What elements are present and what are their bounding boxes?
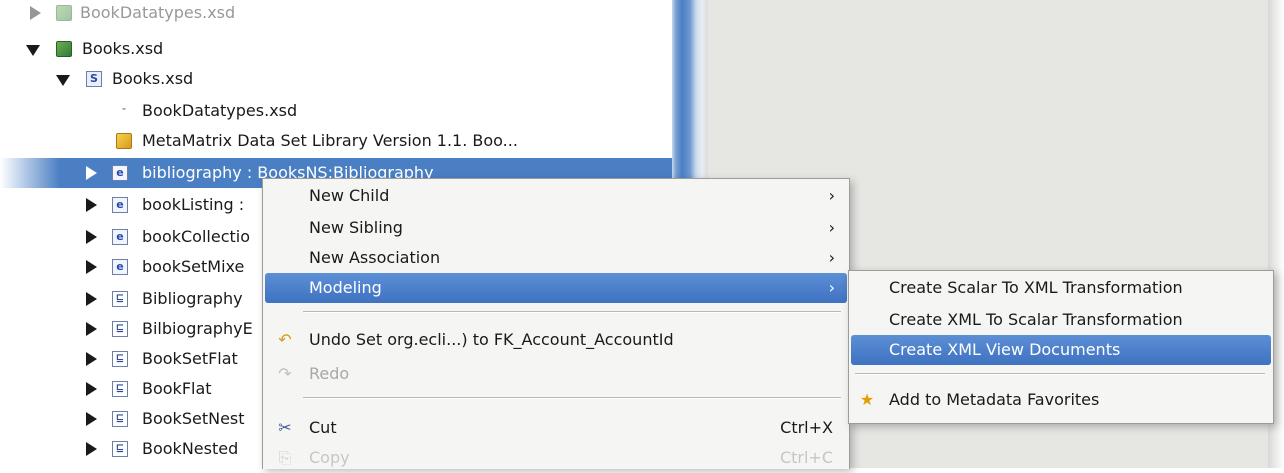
collapse-arrow-icon[interactable] <box>26 45 40 56</box>
favorites-star-icon: ★ <box>859 390 875 409</box>
submenu-arrow-icon: › <box>828 248 835 267</box>
copy-icon: ⎘ <box>278 448 292 467</box>
import-icon: ⁃ <box>121 103 127 116</box>
expand-arrow-icon[interactable] <box>30 6 41 20</box>
element-icon: e <box>112 197 128 213</box>
expand-arrow-icon[interactable] <box>86 412 97 426</box>
element-icon: e <box>112 259 128 275</box>
expand-arrow-icon[interactable] <box>86 166 97 180</box>
menu-item-modeling[interactable]: Modeling › <box>265 273 847 303</box>
complex-type-icon: ⊑ <box>112 381 128 397</box>
modeling-submenu: Create Scalar To XML Transformation Crea… <box>848 270 1274 424</box>
menu-separator <box>855 373 1265 375</box>
submenu-arrow-icon: › <box>828 186 835 205</box>
element-icon: e <box>112 229 128 245</box>
menu-separator <box>303 311 841 313</box>
complex-type-icon: ⊑ <box>112 441 128 457</box>
complex-type-icon: ⊑ <box>112 411 128 427</box>
schema-icon: S <box>86 71 102 87</box>
expand-arrow-icon[interactable] <box>86 292 97 306</box>
menu-item-cut[interactable]: ✂ Cut Ctrl+X <box>265 413 847 443</box>
expand-arrow-icon[interactable] <box>86 352 97 366</box>
menu-item-create-xml-view-documents[interactable]: Create XML View Documents <box>851 335 1271 365</box>
redo-icon: ↷ <box>278 364 292 383</box>
expand-arrow-icon[interactable] <box>86 442 97 456</box>
expand-arrow-icon[interactable] <box>86 322 97 336</box>
complex-type-icon: ⊑ <box>112 351 128 367</box>
expand-arrow-icon[interactable] <box>86 260 97 274</box>
complex-type-icon: ⊑ <box>112 321 128 337</box>
expand-arrow-icon[interactable] <box>86 198 97 212</box>
menu-item-create-xml-to-scalar[interactable]: Create XML To Scalar Transformation <box>851 305 1271 335</box>
undo-icon: ↶ <box>278 330 292 349</box>
menu-item-copy[interactable]: ⎘ Copy Ctrl+C <box>265 443 847 473</box>
element-icon: e <box>112 165 128 181</box>
menu-item-new-child[interactable]: New Child › <box>265 181 847 211</box>
context-menu: New Child › New Sibling › New Associatio… <box>262 178 850 469</box>
xsd-file-icon <box>56 5 72 21</box>
collapse-arrow-icon[interactable] <box>56 75 70 86</box>
xsd-file-icon <box>56 41 72 57</box>
menu-item-redo[interactable]: ↷ Redo <box>265 359 847 389</box>
expand-arrow-icon[interactable] <box>86 230 97 244</box>
menu-item-undo[interactable]: ↶ Undo Set org.ecli...) to FK_Account_Ac… <box>265 325 847 355</box>
menu-separator <box>303 397 841 399</box>
submenu-arrow-icon: › <box>828 218 835 237</box>
scissors-icon: ✂ <box>278 418 292 437</box>
menu-item-new-sibling[interactable]: New Sibling › <box>265 213 847 243</box>
library-annotation-icon <box>116 133 132 149</box>
complex-type-icon: ⊑ <box>112 291 128 307</box>
menu-item-add-to-favorites[interactable]: ★ Add to Metadata Favorites <box>851 385 1271 415</box>
submenu-arrow-icon: › <box>828 278 835 297</box>
menu-item-create-scalar-to-xml[interactable]: Create Scalar To XML Transformation <box>851 273 1271 303</box>
menu-item-new-association[interactable]: New Association › <box>265 243 847 273</box>
expand-arrow-icon[interactable] <box>86 382 97 396</box>
